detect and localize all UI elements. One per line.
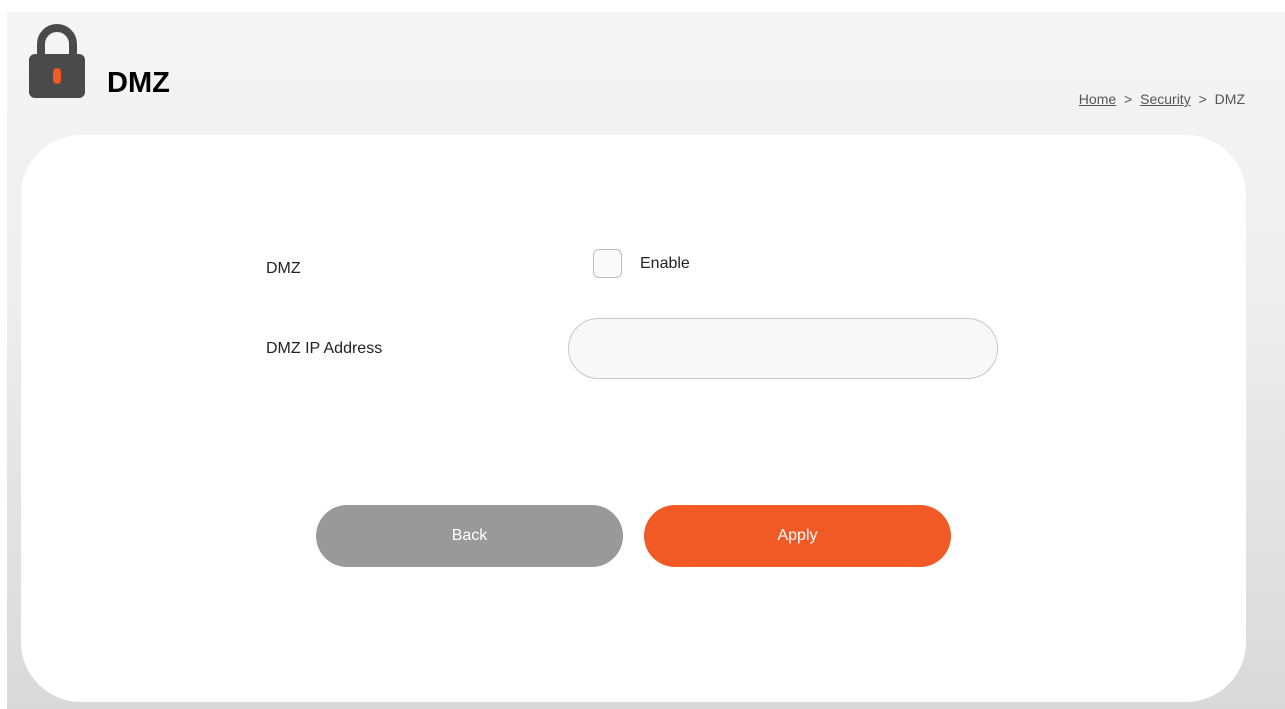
lock-icon bbox=[29, 24, 85, 98]
breadcrumb-separator: > bbox=[1124, 91, 1133, 107]
breadcrumb-current: DMZ bbox=[1214, 91, 1245, 107]
dmz-enable-checkbox[interactable] bbox=[593, 249, 622, 278]
breadcrumb-security-link[interactable]: Security bbox=[1140, 91, 1191, 107]
settings-card: DMZ Enable DMZ IP Address Back Apply bbox=[21, 135, 1246, 702]
breadcrumb: Home > Security > DMZ bbox=[1079, 91, 1245, 107]
dmz-label: DMZ bbox=[266, 260, 301, 277]
dmz-ip-address-label: DMZ IP Address bbox=[266, 340, 383, 357]
breadcrumb-home-link[interactable]: Home bbox=[1079, 91, 1116, 107]
back-button[interactable]: Back bbox=[316, 505, 623, 567]
page-container: DMZ Home > Security > DMZ DMZ Enable DMZ… bbox=[7, 12, 1285, 709]
dmz-ip-address-input[interactable] bbox=[568, 318, 998, 379]
enable-label: Enable bbox=[640, 255, 690, 272]
apply-button[interactable]: Apply bbox=[644, 505, 951, 567]
page-title: DMZ bbox=[107, 67, 170, 99]
breadcrumb-separator: > bbox=[1198, 91, 1207, 107]
